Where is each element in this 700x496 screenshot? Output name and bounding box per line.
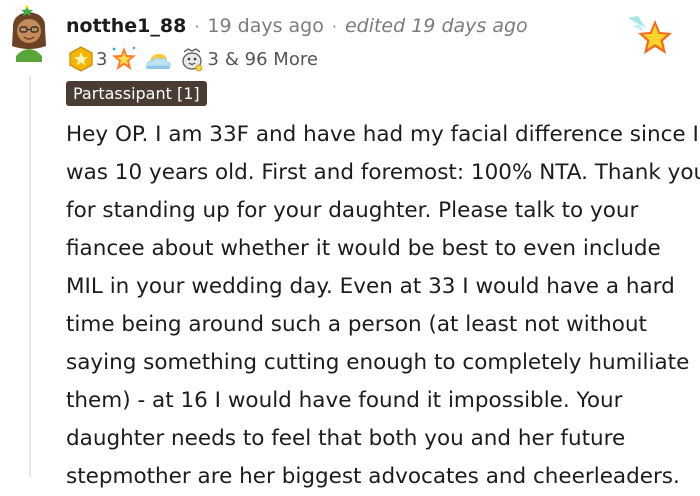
comment-body: Hey OP. I am 33F and have had my facial … [66, 116, 700, 496]
comment-body-line: for standing up for your daughter. Pleas… [66, 198, 639, 223]
timestamp[interactable]: 19 days ago [207, 15, 323, 37]
comment-body-line: fiancee about whether it would be best t… [66, 236, 661, 261]
comment-body-line: them) - at 16 I would have found it impo… [66, 388, 623, 413]
comment-body-line: was 10 years old. First and foremost: 10… [66, 160, 700, 185]
user-avatar-icon [12, 5, 46, 62]
wholesome-seal-award-icon[interactable] [179, 46, 205, 72]
username[interactable]: notthe1_88 [66, 15, 186, 37]
comment-body-line: saying something cutting enough to compl… [66, 350, 690, 375]
starstruck-award-icon[interactable] [111, 46, 137, 72]
more-awards-link[interactable]: & 96 More [225, 49, 318, 70]
award-count: 3 [96, 48, 108, 70]
sun-cloud-award-icon[interactable] [145, 46, 172, 72]
comment-body-line: stepmother are her biggest advocates and… [66, 464, 680, 489]
comment-body-line: MIL in your wedding day. Even at 33 I wo… [66, 274, 675, 299]
edited-timestamp: edited 19 days ago [344, 15, 528, 37]
comment-body-line: time being around such a person (at leas… [66, 312, 647, 337]
thread-line[interactable] [29, 76, 31, 477]
star-award-icon[interactable] [626, 14, 672, 56]
awards-row: 3 3 & 96 More [68, 44, 318, 74]
user-flair: Partassipant [1] [66, 81, 207, 106]
award-count: 3 [207, 48, 219, 70]
comment-body-line: Hey OP. I am 33F and have had my facial … [66, 122, 699, 147]
silver-medal-award-icon[interactable] [68, 46, 94, 72]
separator-dot: · [331, 16, 337, 36]
separator-dot: · [194, 16, 200, 36]
comment: notthe1_88 · 19 days ago · edited 19 day… [0, 0, 700, 489]
comment-body-line: daughter needs to feel that both you and… [66, 426, 626, 451]
avatar[interactable] [6, 4, 52, 62]
comment-header: notthe1_88 · 19 days ago · edited 19 day… [66, 12, 528, 40]
